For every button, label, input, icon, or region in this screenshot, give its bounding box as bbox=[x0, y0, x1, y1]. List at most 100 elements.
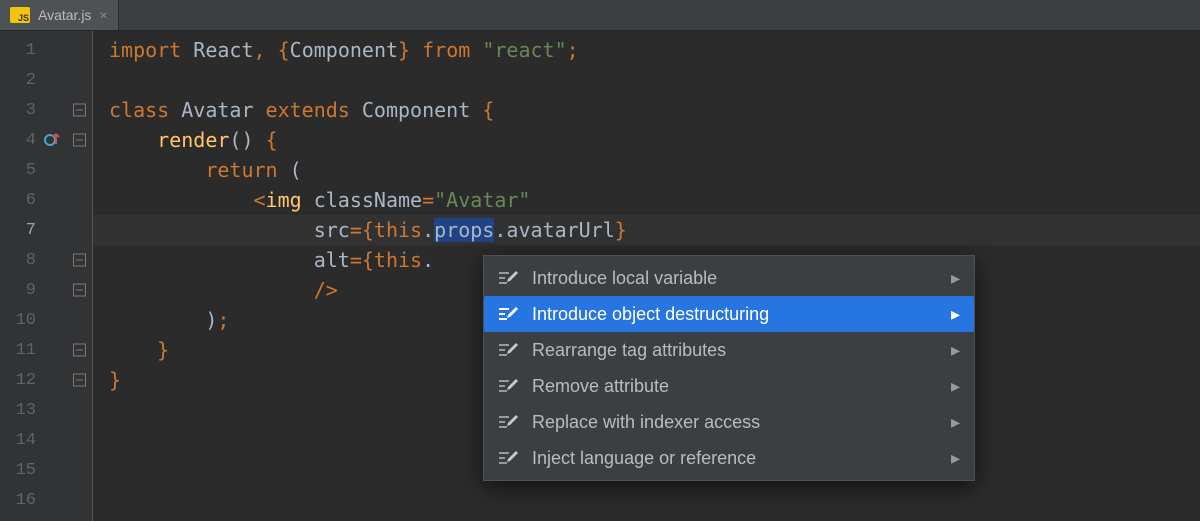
code-token bbox=[109, 278, 314, 302]
line-number: 15 bbox=[0, 455, 92, 485]
tab-filename: Avatar.js bbox=[38, 7, 91, 23]
submenu-arrow-icon: ▸ bbox=[951, 412, 960, 433]
line-number: 13 bbox=[0, 395, 92, 425]
code-token: import bbox=[109, 38, 193, 62]
menu-item-label: Introduce object destructuring bbox=[532, 304, 937, 325]
code-token: = bbox=[422, 188, 434, 212]
fold-toggle-icon[interactable] bbox=[73, 254, 86, 267]
submenu-arrow-icon: ▸ bbox=[951, 268, 960, 289]
code-token: ; bbox=[567, 38, 579, 62]
code-token bbox=[109, 218, 314, 242]
submenu-arrow-icon: ▸ bbox=[951, 340, 960, 361]
editor-tab[interactable]: Avatar.js × bbox=[0, 0, 119, 30]
submenu-arrow-icon: ▸ bbox=[951, 448, 960, 469]
intention-actions-menu[interactable]: Introduce local variable▸Introduce objec… bbox=[483, 255, 975, 481]
code-token: = bbox=[350, 218, 362, 242]
menu-item-label: Rearrange tag attributes bbox=[532, 340, 937, 361]
line-number: 16 bbox=[0, 485, 92, 515]
code-token: () bbox=[229, 128, 265, 152]
code-token: return bbox=[205, 158, 289, 182]
intention-menu-item[interactable]: Replace with indexer access ▸ bbox=[484, 404, 974, 440]
line-number: 14 bbox=[0, 425, 92, 455]
fold-end-icon[interactable] bbox=[73, 374, 86, 387]
override-method-icon[interactable] bbox=[44, 132, 60, 148]
code-token: } bbox=[615, 218, 627, 242]
line-number-gutter: 12345678910111213141516 bbox=[0, 31, 93, 521]
line-number: 4 bbox=[0, 125, 92, 155]
fold-toggle-icon[interactable] bbox=[73, 344, 86, 357]
edit-icon bbox=[498, 340, 518, 360]
menu-item-label: Replace with indexer access bbox=[532, 412, 937, 433]
menu-item-label: Introduce local variable bbox=[532, 268, 937, 289]
js-file-icon bbox=[10, 7, 30, 23]
line-number: 7 bbox=[0, 215, 92, 245]
code-token: src bbox=[314, 218, 350, 242]
code-token: ; bbox=[217, 308, 229, 332]
code-token: { bbox=[362, 218, 374, 242]
line-number: 8 bbox=[0, 245, 92, 275]
code-token bbox=[109, 128, 157, 152]
code-token: className bbox=[314, 188, 422, 212]
code-line[interactable]: import React, {Component} from "react"; bbox=[93, 35, 1200, 65]
code-token: "Avatar" bbox=[434, 188, 530, 212]
intention-menu-item[interactable]: Introduce local variable ▸ bbox=[484, 260, 974, 296]
edit-icon bbox=[498, 376, 518, 396]
code-token: this bbox=[374, 218, 422, 242]
code-token: img bbox=[266, 188, 314, 212]
code-token: .avatarUrl bbox=[494, 218, 614, 242]
line-number: 6 bbox=[0, 185, 92, 215]
code-token: alt bbox=[314, 248, 350, 272]
line-number: 2 bbox=[0, 65, 92, 95]
code-token: React bbox=[193, 38, 253, 62]
code-line[interactable]: return ( bbox=[93, 155, 1200, 185]
code-token: < bbox=[254, 188, 266, 212]
code-token: Avatar bbox=[181, 98, 265, 122]
code-token: from bbox=[422, 38, 482, 62]
code-line[interactable] bbox=[93, 485, 1200, 515]
close-icon[interactable]: × bbox=[99, 7, 107, 23]
line-number: 11 bbox=[0, 335, 92, 365]
line-number: 10 bbox=[0, 305, 92, 335]
code-token: . bbox=[422, 218, 434, 242]
intention-menu-item[interactable]: Remove attribute ▸ bbox=[484, 368, 974, 404]
code-line[interactable] bbox=[93, 65, 1200, 95]
edit-icon bbox=[498, 412, 518, 432]
submenu-arrow-icon: ▸ bbox=[951, 376, 960, 397]
code-token bbox=[109, 248, 314, 272]
code-line[interactable]: <img className="Avatar" bbox=[93, 185, 1200, 215]
fold-toggle-icon[interactable] bbox=[73, 104, 86, 117]
fold-toggle-icon[interactable] bbox=[73, 134, 86, 147]
intention-menu-item[interactable]: Introduce object destructuring ▸ bbox=[484, 296, 974, 332]
menu-item-label: Inject language or reference bbox=[532, 448, 937, 469]
code-token bbox=[109, 188, 254, 212]
fold-toggle-icon[interactable] bbox=[73, 284, 86, 297]
code-token: ) bbox=[109, 308, 217, 332]
code-line[interactable]: class Avatar extends Component { bbox=[93, 95, 1200, 125]
code-token: this bbox=[374, 248, 422, 272]
code-token: Component bbox=[362, 98, 482, 122]
line-number: 5 bbox=[0, 155, 92, 185]
code-token: { bbox=[362, 248, 374, 272]
submenu-arrow-icon: ▸ bbox=[951, 304, 960, 325]
editor-tab-bar: Avatar.js × bbox=[0, 0, 1200, 31]
line-number: 12 bbox=[0, 365, 92, 395]
code-token: render bbox=[157, 128, 229, 152]
edit-icon bbox=[498, 448, 518, 468]
code-token: /> bbox=[314, 278, 338, 302]
code-line[interactable]: render() { bbox=[93, 125, 1200, 155]
code-token bbox=[109, 158, 205, 182]
edit-icon bbox=[498, 268, 518, 288]
code-line[interactable]: src={this.props.avatarUrl} bbox=[93, 215, 1200, 245]
code-token: "react" bbox=[482, 38, 566, 62]
code-token: { bbox=[278, 38, 290, 62]
code-token: = bbox=[350, 248, 362, 272]
edit-icon bbox=[498, 304, 518, 324]
intention-menu-item[interactable]: Rearrange tag attributes ▸ bbox=[484, 332, 974, 368]
menu-item-label: Remove attribute bbox=[532, 376, 937, 397]
code-token: { bbox=[266, 128, 278, 152]
code-token: Component bbox=[290, 38, 398, 62]
code-token: extends bbox=[266, 98, 362, 122]
code-token: { bbox=[482, 98, 494, 122]
intention-menu-item[interactable]: Inject language or reference ▸ bbox=[484, 440, 974, 476]
code-token: } bbox=[157, 338, 169, 362]
